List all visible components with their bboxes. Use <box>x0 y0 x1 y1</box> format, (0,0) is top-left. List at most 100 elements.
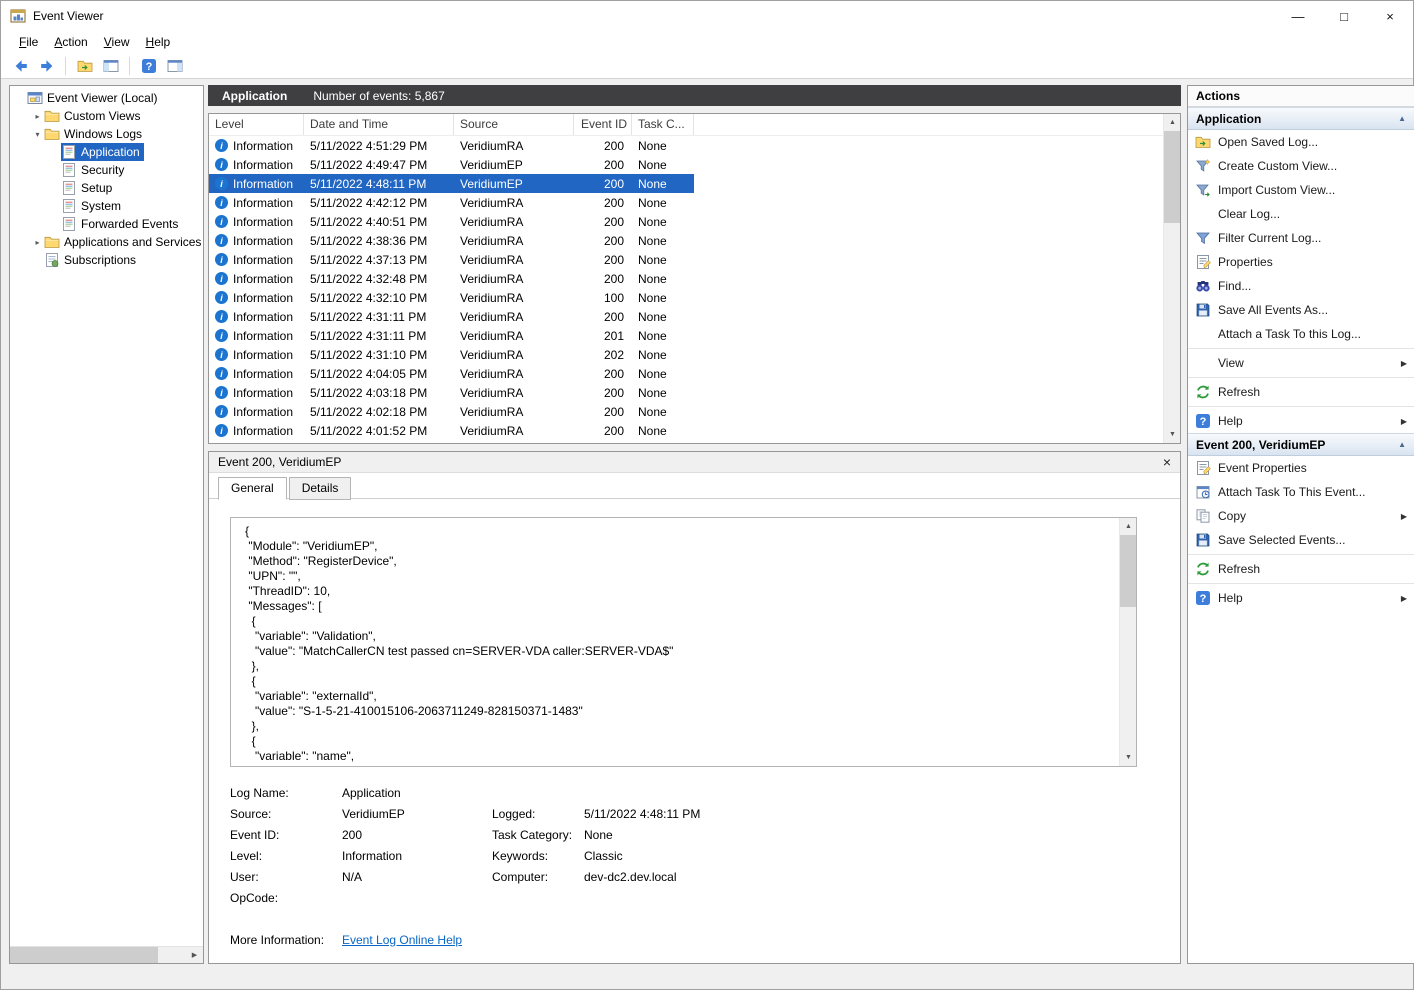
event-row[interactable]: iInformation5/11/2022 4:32:10 PMVeridium… <box>209 288 694 307</box>
show-action-pane-icon[interactable] <box>163 55 186 77</box>
scrollbar-thumb[interactable] <box>1164 131 1180 223</box>
tree-horizontal-scrollbar[interactable]: ◀ ▶ <box>10 946 203 963</box>
event-row[interactable]: iInformation5/11/2022 4:48:11 PMVeridium… <box>209 174 694 193</box>
action-open-saved-log[interactable]: Open Saved Log... <box>1188 130 1414 154</box>
event-row[interactable]: iInformation5/11/2022 4:51:29 PMVeridium… <box>209 136 694 155</box>
open-saved-log-icon[interactable] <box>73 55 96 77</box>
tree-item-body: System <box>61 197 125 215</box>
field-value: Application <box>342 786 492 800</box>
close-button[interactable]: × <box>1367 1 1413 31</box>
action-refresh[interactable]: Refresh <box>1188 380 1414 404</box>
tree-item-windows-logs[interactable]: ▾Windows Logs <box>10 125 203 143</box>
tree-item-subscriptions[interactable]: Subscriptions <box>10 251 203 269</box>
event-row[interactable]: iInformation5/11/2022 4:31:11 PMVeridium… <box>209 326 694 345</box>
tab-details[interactable]: Details <box>289 477 352 500</box>
action-refresh[interactable]: Refresh <box>1188 557 1414 581</box>
menu-item-view[interactable]: View <box>96 33 138 51</box>
event-source-cell: VeridiumRA <box>454 291 574 305</box>
show-console-tree-icon[interactable] <box>99 55 122 77</box>
actions-panel: Actions Application▲Open Saved Log...Cre… <box>1187 85 1414 964</box>
tree-item-applications-and-services-lo[interactable]: ▸Applications and Services Lo <box>10 233 203 251</box>
scroll-up-icon[interactable]: ▲ <box>1120 518 1137 535</box>
event-task-cell: None <box>632 386 694 400</box>
action-find[interactable]: Find... <box>1188 274 1414 298</box>
scroll-up-icon[interactable]: ▲ <box>1164 114 1181 131</box>
tree-item-label: Application <box>77 145 140 159</box>
column-header-level[interactable]: Level <box>209 114 304 135</box>
event-id-cell: 200 <box>574 158 632 172</box>
event-level-text: Information <box>233 139 293 153</box>
event-row[interactable]: iInformation5/11/2022 4:38:36 PMVeridium… <box>209 231 694 250</box>
action-attach-a-task-to-this-log[interactable]: Attach a Task To this Log... <box>1188 322 1414 346</box>
menu-item-file[interactable]: File <box>11 33 46 51</box>
action-save-all-events-as[interactable]: Save All Events As... <box>1188 298 1414 322</box>
refresh-icon <box>1195 561 1211 577</box>
description-vertical-scrollbar[interactable]: ▲ ▼ <box>1119 518 1136 766</box>
column-header-date-and-time[interactable]: Date and Time <box>304 114 454 135</box>
action-filter-current-log[interactable]: Filter Current Log... <box>1188 226 1414 250</box>
tab-general[interactable]: General <box>218 477 287 500</box>
action-clear-log[interactable]: Clear Log... <box>1188 202 1414 226</box>
collapse-icon[interactable]: ▲ <box>1398 108 1406 130</box>
action-properties[interactable]: Properties <box>1188 250 1414 274</box>
close-details-icon[interactable]: × <box>1163 455 1171 469</box>
event-row[interactable]: iInformation5/11/2022 4:02:18 PMVeridium… <box>209 402 694 421</box>
actions-section-header-event-200-veridiumep[interactable]: Event 200, VeridiumEP▲ <box>1188 433 1414 456</box>
tree-item-application[interactable]: Application <box>10 143 203 161</box>
action-import-custom-view[interactable]: Import Custom View... <box>1188 178 1414 202</box>
scrollbar-thumb[interactable] <box>1120 535 1136 607</box>
event-task-cell: None <box>632 234 694 248</box>
column-header-source[interactable]: Source <box>454 114 574 135</box>
action-copy[interactable]: Copy▶ <box>1188 504 1414 528</box>
information-icon: i <box>215 386 228 399</box>
action-create-custom-view[interactable]: Create Custom View... <box>1188 154 1414 178</box>
tree-item-security[interactable]: Security <box>10 161 203 179</box>
tree-item-forwarded-events[interactable]: Forwarded Events <box>10 215 203 233</box>
tree-expanded-arrow-icon[interactable]: ▾ <box>31 130 44 139</box>
action-help[interactable]: ?Help▶ <box>1188 586 1414 610</box>
event-row[interactable]: iInformation5/11/2022 4:42:12 PMVeridium… <box>209 193 694 212</box>
event-row[interactable]: iInformation5/11/2022 4:31:10 PMVeridium… <box>209 345 694 364</box>
action-help[interactable]: ?Help▶ <box>1188 409 1414 433</box>
event-row[interactable]: iInformation5/11/2022 4:49:47 PMVeridium… <box>209 155 694 174</box>
collapse-icon[interactable]: ▲ <box>1398 434 1406 456</box>
actions-section-header-application[interactable]: Application▲ <box>1188 107 1414 130</box>
event-row[interactable]: iInformation5/11/2022 4:01:52 PMVeridium… <box>209 421 694 440</box>
action-view[interactable]: View▶ <box>1188 351 1414 375</box>
event-row[interactable]: iInformation5/11/2022 4:32:48 PMVeridium… <box>209 269 694 288</box>
tree-collapsed-arrow-icon[interactable]: ▸ <box>31 112 44 121</box>
menu-item-help[interactable]: Help <box>138 33 179 51</box>
tree-collapsed-arrow-icon[interactable]: ▸ <box>31 238 44 247</box>
event-id-cell: 200 <box>574 386 632 400</box>
event-row[interactable]: iInformation5/11/2022 4:37:13 PMVeridium… <box>209 250 694 269</box>
tree-item-setup[interactable]: Setup <box>10 179 203 197</box>
action-label: Create Custom View... <box>1218 159 1337 173</box>
event-row[interactable]: iInformation5/11/2022 4:04:05 PMVeridium… <box>209 364 694 383</box>
column-header-event-id[interactable]: Event ID <box>574 114 632 135</box>
minimize-button[interactable]: — <box>1275 1 1321 31</box>
refresh-icon <box>1195 384 1211 400</box>
tree-item-custom-views[interactable]: ▸Custom Views <box>10 107 203 125</box>
tree-item-system[interactable]: System <box>10 197 203 215</box>
column-header-task-c[interactable]: Task C... <box>632 114 694 135</box>
action-event-properties[interactable]: Event Properties <box>1188 456 1414 480</box>
action-attach-task-to-this-event[interactable]: Attach Task To This Event... <box>1188 480 1414 504</box>
event-row[interactable]: iInformation5/11/2022 4:40:51 PMVeridium… <box>209 212 694 231</box>
event-row[interactable]: iInformation5/11/2022 4:03:18 PMVeridium… <box>209 383 694 402</box>
help-icon[interactable]: ? <box>137 55 160 77</box>
event-row[interactable]: iInformation5/11/2022 4:31:11 PMVeridium… <box>209 307 694 326</box>
event-id-cell: 200 <box>574 139 632 153</box>
scrollbar-thumb[interactable] <box>10 947 158 963</box>
forward-icon[interactable] <box>35 55 58 77</box>
scroll-down-icon[interactable]: ▼ <box>1120 749 1137 766</box>
event-log-online-help-link[interactable]: Event Log Online Help <box>342 933 492 947</box>
action-save-selected-events[interactable]: Save Selected Events... <box>1188 528 1414 552</box>
tree-item-event-viewer-local[interactable]: Event Viewer (Local) <box>10 89 203 107</box>
scroll-right-icon[interactable]: ▶ <box>186 947 203 964</box>
maximize-button[interactable]: □ <box>1321 1 1367 31</box>
events-vertical-scrollbar[interactable]: ▲ ▼ <box>1163 114 1180 443</box>
menu-item-action[interactable]: Action <box>46 33 95 51</box>
tree-item-body: Application <box>61 143 144 161</box>
scroll-down-icon[interactable]: ▼ <box>1164 426 1181 443</box>
back-icon[interactable] <box>9 55 32 77</box>
